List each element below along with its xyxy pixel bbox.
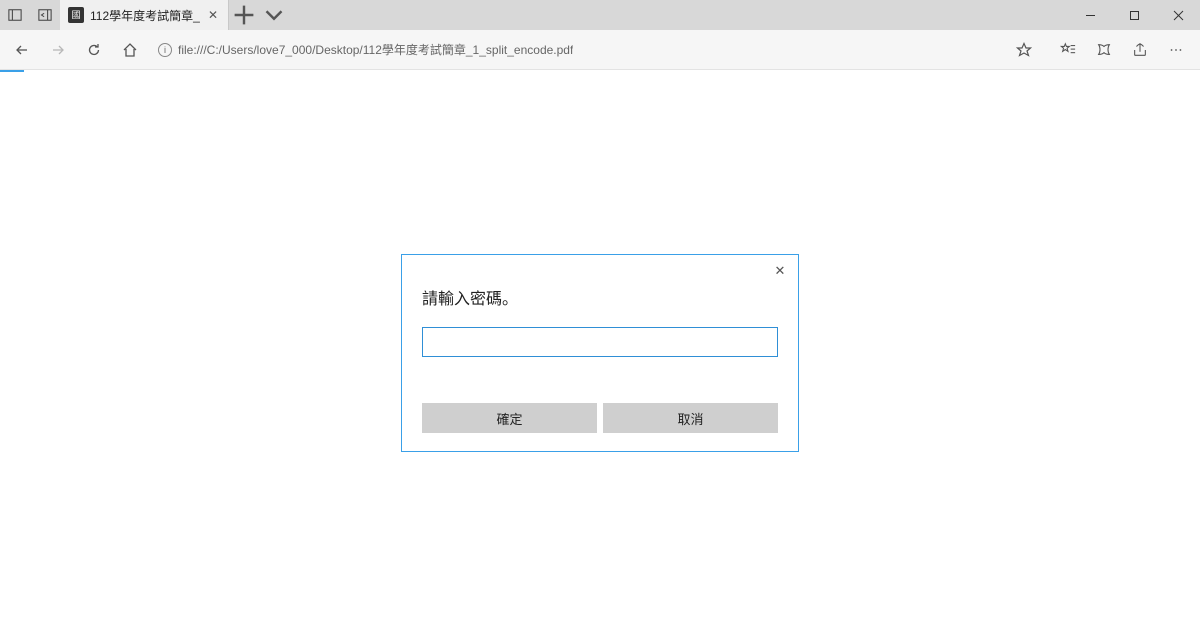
toolbar-right	[1050, 34, 1194, 66]
browser-tab[interactable]: 國 112學年度考試簡章_1_s ✕	[60, 0, 229, 30]
window-close-button[interactable]	[1156, 0, 1200, 30]
dialog-close-icon[interactable]: ✕	[770, 261, 790, 281]
back-button[interactable]	[6, 34, 38, 66]
cancel-button[interactable]: 取消	[603, 403, 778, 433]
password-input[interactable]	[422, 327, 778, 357]
tab-strip: 國 112學年度考試簡章_1_s ✕	[0, 0, 1200, 30]
page-content: ✕ 請輸入密碼。 確定 取消	[0, 72, 1200, 640]
more-icon[interactable]	[1158, 34, 1194, 66]
tabstrip-spacer	[289, 0, 1068, 30]
window-maximize-button[interactable]	[1112, 0, 1156, 30]
address-url: file:///C:/Users/love7_000/Desktop/112學年…	[178, 41, 573, 58]
site-info-icon[interactable]: i	[158, 43, 172, 57]
tab-close-icon[interactable]: ✕	[206, 8, 220, 22]
favorites-list-icon[interactable]	[1050, 34, 1086, 66]
window-controls	[1068, 0, 1200, 30]
dialog-button-row: 確定 取消	[422, 403, 778, 433]
password-dialog: ✕ 請輸入密碼。 確定 取消	[401, 254, 799, 452]
ok-button[interactable]: 確定	[422, 403, 597, 433]
favorite-star-icon[interactable]	[1010, 42, 1038, 58]
toolbar: i file:///C:/Users/love7_000/Desktop/112…	[0, 30, 1200, 70]
address-bar[interactable]: i file:///C:/Users/love7_000/Desktop/112…	[150, 36, 1046, 64]
window-minimize-button[interactable]	[1068, 0, 1112, 30]
tab-title: 112學年度考試簡章_1_s	[90, 7, 200, 24]
reading-list-icon[interactable]	[1086, 34, 1122, 66]
tab-favicon-icon: 國	[68, 7, 84, 23]
dialog-title: 請輸入密碼。	[422, 285, 778, 309]
home-button[interactable]	[114, 34, 146, 66]
new-tab-button[interactable]	[229, 0, 259, 30]
set-aside-icon[interactable]	[30, 0, 60, 30]
tab-actions-chevron-icon[interactable]	[259, 0, 289, 30]
forward-button[interactable]	[42, 34, 74, 66]
tab-aside-icon[interactable]	[0, 0, 30, 30]
refresh-button[interactable]	[78, 34, 110, 66]
share-icon[interactable]	[1122, 34, 1158, 66]
